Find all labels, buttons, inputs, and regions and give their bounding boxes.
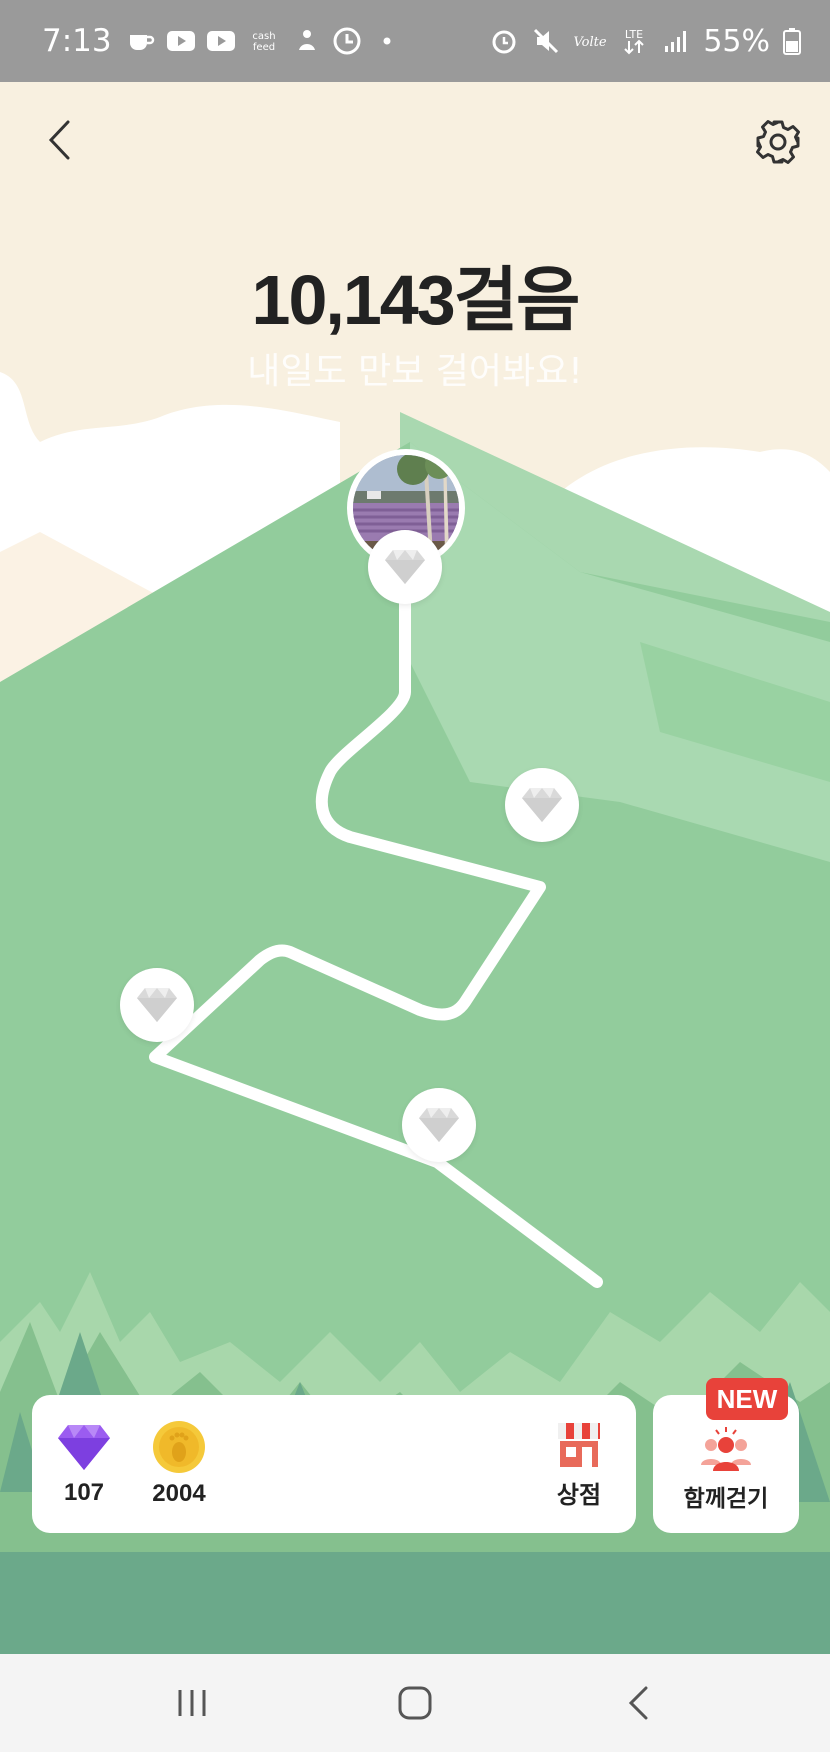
coins-count: 2004 bbox=[152, 1480, 206, 1507]
back-button[interactable] bbox=[36, 112, 82, 168]
alarm-icon bbox=[489, 28, 519, 54]
shop-button[interactable]: 상점 bbox=[554, 1419, 604, 1510]
svg-text:Volte: Volte bbox=[574, 35, 607, 50]
gem-node-3[interactable] bbox=[120, 968, 194, 1042]
people-group-icon bbox=[701, 1427, 751, 1471]
gear-icon bbox=[756, 120, 800, 164]
status-time: 7:13 bbox=[42, 23, 112, 59]
mute-icon bbox=[531, 28, 561, 54]
shop-label: 상점 bbox=[556, 1480, 602, 1509]
purple-diamond-icon bbox=[58, 1425, 110, 1470]
gem-node-1[interactable] bbox=[368, 530, 442, 604]
walk-together-label: 함께걷기 bbox=[683, 1486, 769, 1512]
signal-icon bbox=[661, 28, 691, 54]
system-back-button[interactable] bbox=[598, 1673, 678, 1733]
steps-count: 10,143걸음 bbox=[251, 261, 581, 339]
settings-button[interactable] bbox=[752, 116, 804, 168]
lte-icon: LTE bbox=[619, 28, 649, 55]
footprint-coin-icon bbox=[153, 1421, 205, 1473]
cashfeed-icon: cash feed bbox=[246, 28, 282, 54]
gems-count: 107 bbox=[63, 1479, 105, 1506]
diamond-icon bbox=[419, 1108, 459, 1142]
gems-balance[interactable]: 107 bbox=[56, 1421, 112, 1507]
battery-icon bbox=[782, 28, 802, 55]
chevron-left-icon bbox=[48, 120, 70, 160]
store-icon bbox=[558, 1422, 600, 1467]
clock-app-icon bbox=[332, 27, 362, 55]
dot-icon bbox=[372, 28, 402, 54]
volte-icon: Volte bbox=[573, 28, 607, 54]
home-button[interactable] bbox=[375, 1673, 455, 1733]
youtube-icon bbox=[206, 28, 236, 54]
diamond-icon bbox=[385, 550, 425, 584]
svg-text:cash: cash bbox=[252, 31, 275, 42]
system-nav-bar bbox=[0, 1654, 830, 1752]
steps-subtitle: 내일도 만보 걸어봐요! bbox=[247, 351, 583, 392]
svg-text:LTE: LTE bbox=[625, 28, 643, 41]
currency-card: 107 2004 상점 bbox=[32, 1395, 636, 1533]
recent-apps-icon bbox=[178, 1690, 206, 1716]
gem-node-2[interactable] bbox=[505, 768, 579, 842]
home-icon bbox=[398, 1686, 432, 1720]
status-bar: 7:13 cash feed Volte LTE 55% bbox=[0, 0, 830, 82]
meditation-icon bbox=[292, 28, 322, 54]
diamond-icon bbox=[137, 988, 177, 1022]
gem-node-4[interactable] bbox=[402, 1088, 476, 1162]
recent-apps-button[interactable] bbox=[152, 1673, 232, 1733]
battery-percent: 55% bbox=[703, 23, 770, 59]
youtube-icon bbox=[166, 28, 196, 54]
coffee-icon bbox=[126, 28, 156, 54]
new-badge: NEW bbox=[706, 1378, 788, 1420]
diamond-icon bbox=[522, 788, 562, 822]
svg-text:feed: feed bbox=[253, 42, 275, 53]
coins-balance[interactable]: 2004 bbox=[152, 1420, 206, 1508]
back-arrow-icon bbox=[629, 1686, 648, 1720]
